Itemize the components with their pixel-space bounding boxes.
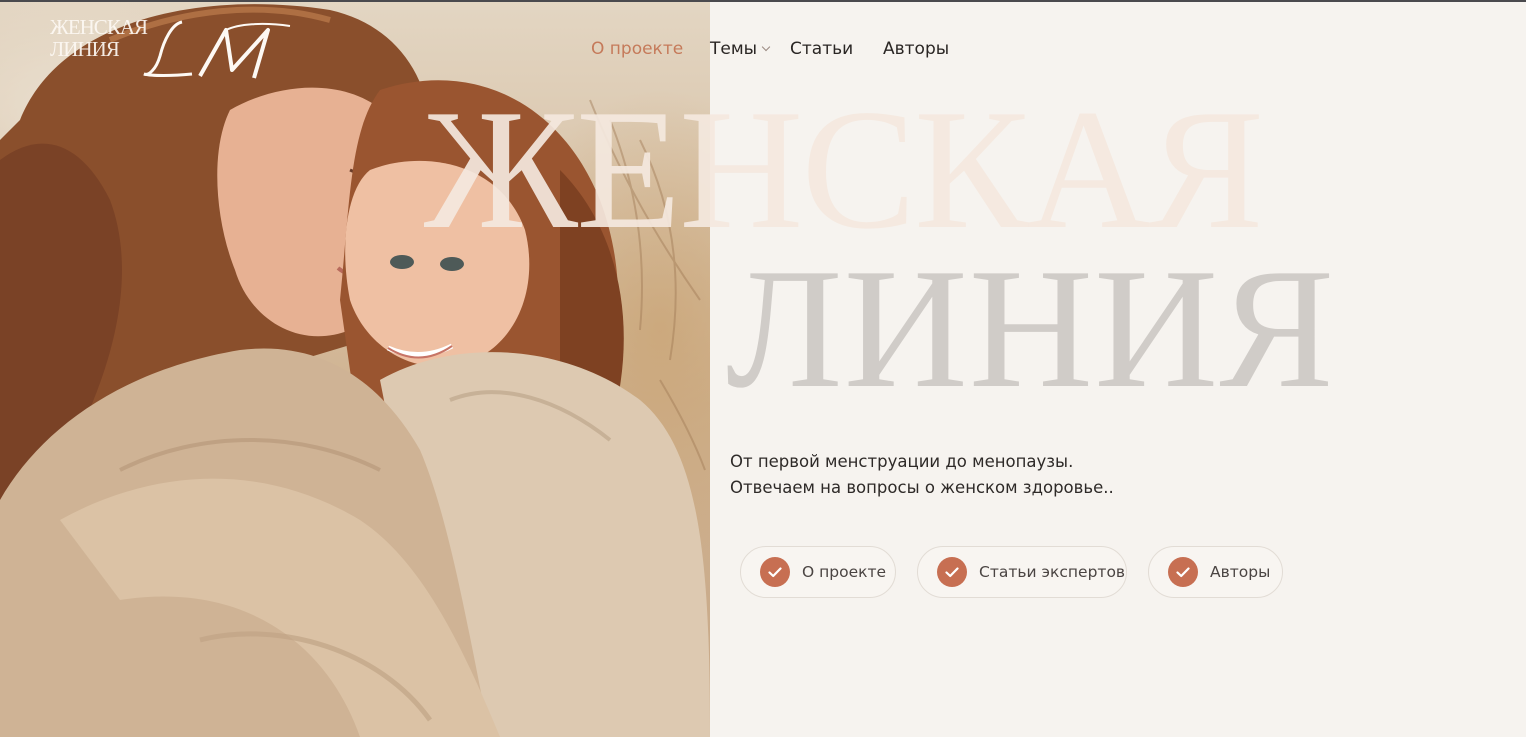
nav-item-articles[interactable]: Статьи	[790, 38, 853, 60]
check-icon	[937, 557, 967, 587]
tagline-line-2: Отвечаем на вопросы о женском здоровье..	[730, 478, 1114, 497]
nav-item-label: Статьи	[790, 39, 854, 59]
pill-authors-button[interactable]: Авторы	[1148, 546, 1283, 598]
check-icon	[1168, 557, 1198, 587]
nav-item-label: Темы	[710, 39, 758, 59]
tagline-line-1: От первой менструации до менопаузы.	[730, 452, 1074, 471]
check-icon	[760, 557, 790, 587]
hero-title-line-1: ЖЕНСКАЯ	[424, 84, 1264, 256]
hero-title-line-2: ЛИНИЯ	[726, 234, 1336, 424]
hero-tagline: От первой менструации до менопаузы. Отве…	[730, 449, 1114, 501]
pill-label: Авторы	[1210, 563, 1271, 581]
nav-item-label: О проекте	[591, 39, 684, 59]
nav-item-authors[interactable]: Авторы	[883, 38, 949, 60]
pill-about-button[interactable]: О проекте	[740, 546, 896, 598]
nav-item-about[interactable]: О проекте	[591, 38, 683, 60]
logo-line-1: ЖЕНСКАЯ	[50, 15, 148, 39]
pill-label: О проекте	[802, 563, 887, 581]
pill-label: Статьи экспертов	[979, 563, 1126, 581]
chevron-down-icon	[761, 42, 771, 52]
nav-item-topics[interactable]: Темы	[710, 38, 771, 60]
pill-expert-articles-button[interactable]: Статьи экспертов	[917, 546, 1127, 598]
main-nav: О проекте Темы Статьи Авторы	[0, 38, 1526, 62]
nav-item-label: Авторы	[883, 39, 950, 59]
top-border	[0, 0, 1526, 2]
